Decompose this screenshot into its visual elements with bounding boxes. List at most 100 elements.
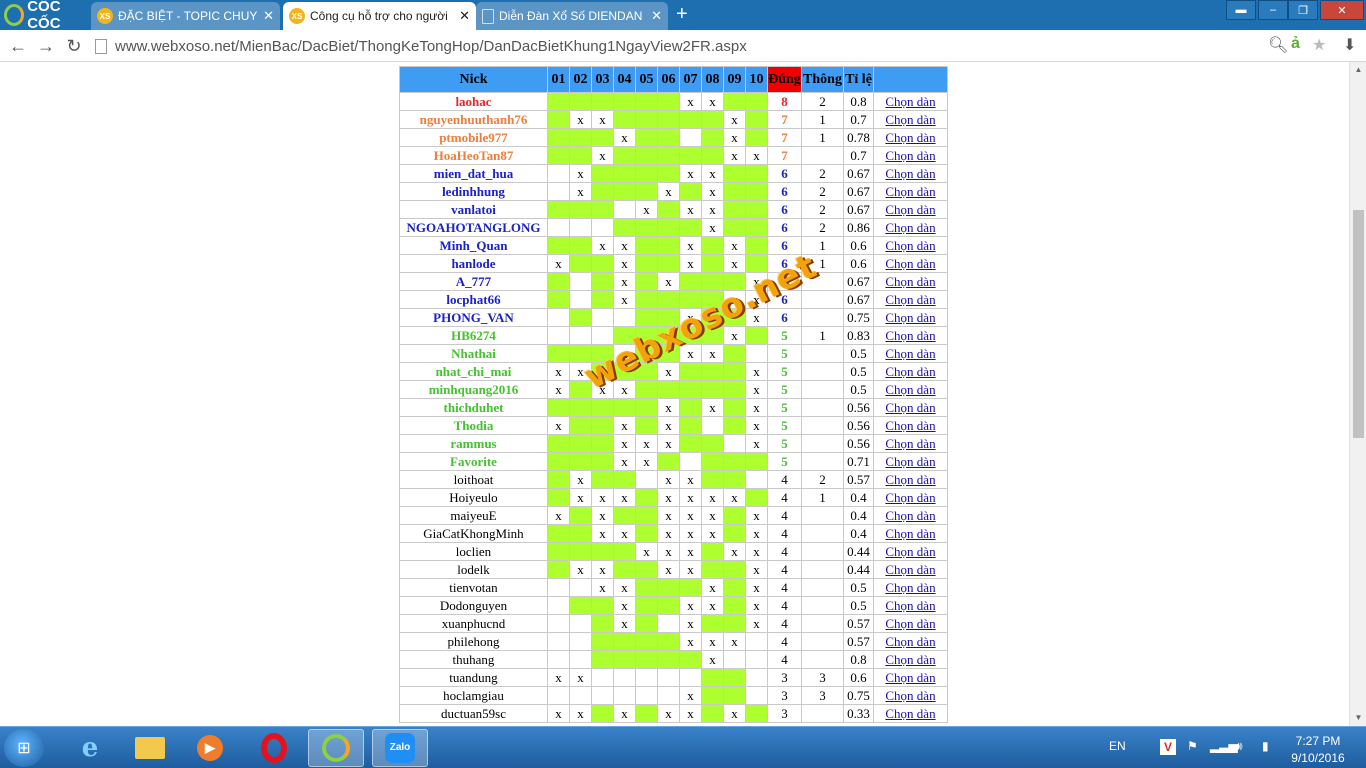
number-cell <box>679 434 702 453</box>
minimize-icon[interactable]: – <box>1258 0 1288 20</box>
menu-icon[interactable]: ▬ <box>1226 0 1256 20</box>
choose-set-link[interactable]: Chọn dàn <box>885 616 935 631</box>
choose-set-link[interactable]: Chọn dàn <box>885 382 935 397</box>
row-action-cell: Chọn dàn <box>873 668 948 687</box>
zalo-icon[interactable]: Zalo <box>372 729 428 767</box>
address-bar[interactable]: www.webxoso.net/MienBac/DacBiet/ThongKeT… <box>95 34 1335 58</box>
battery-icon[interactable]: ▮ <box>1262 739 1269 753</box>
number-cell <box>591 218 614 237</box>
coccoc-logo[interactable]: CỐC CỐC <box>0 0 90 32</box>
row-action-cell: Chọn dàn <box>873 182 948 201</box>
reload-icon[interactable]: ↻ <box>62 34 86 58</box>
network-signal-icon[interactable]: ▂▃▅ <box>1210 739 1238 753</box>
number-cell <box>679 272 702 291</box>
windows-start-icon[interactable]: ⊞ <box>4 729 44 767</box>
number-cell <box>591 398 614 417</box>
spellcheck-icon[interactable]: ả <box>1291 35 1300 53</box>
number-cell <box>679 380 702 399</box>
choose-set-link[interactable]: Chọn dàn <box>885 580 935 595</box>
forward-arrow-icon[interactable]: → <box>34 34 58 58</box>
tab-close-icon[interactable]: ✕ <box>263 8 274 24</box>
row-ratio: 0.56 <box>843 398 874 417</box>
choose-set-link[interactable]: Chọn dàn <box>885 562 935 577</box>
antivirus-tray-icon[interactable]: V <box>1160 739 1176 755</box>
clock-time[interactable]: 7:27 PM <box>1293 734 1343 748</box>
choose-set-link[interactable]: Chọn dàn <box>885 670 935 685</box>
header-number: 06 <box>657 66 680 93</box>
row-hits: 5 <box>767 344 802 363</box>
tab-cong-cu-ho-tro[interactable]: XS Công cụ hỗ trợ cho người ✕ <box>283 2 476 30</box>
opera-icon[interactable] <box>246 729 302 767</box>
download-icon[interactable]: ⬇ <box>1343 35 1356 55</box>
url-text[interactable]: www.webxoso.net/MienBac/DacBiet/ThongKeT… <box>115 38 747 55</box>
choose-set-link[interactable]: Chọn dàn <box>885 454 935 469</box>
choose-set-link[interactable]: Chọn dàn <box>885 274 935 289</box>
choose-set-link[interactable]: Chọn dàn <box>885 418 935 433</box>
choose-set-link[interactable]: Chọn dàn <box>885 598 935 613</box>
tab-dac-biet-topic[interactable]: XS ĐẶC BIỆT - TOPIC CHUYÊN ✕ <box>91 2 280 30</box>
bookmark-star-icon[interactable]: ★ <box>1312 35 1326 55</box>
choose-set-link[interactable]: Chọn dàn <box>885 220 935 235</box>
number-cell: x <box>745 146 768 165</box>
internet-explorer-icon[interactable]: e <box>62 729 118 767</box>
number-cell <box>547 308 570 327</box>
number-cell: x <box>723 632 746 651</box>
choose-set-link[interactable]: Chọn dàn <box>885 472 935 487</box>
choose-set-link[interactable]: Chọn dàn <box>885 238 935 253</box>
row-action-cell: Chọn dàn <box>873 614 948 633</box>
choose-set-link[interactable]: Chọn dàn <box>885 166 935 181</box>
table-row: maiyeuE x x x x x x 4 0.4 Chọn dàn <box>399 506 948 525</box>
choose-set-link[interactable]: Chọn dàn <box>885 652 935 667</box>
choose-set-link[interactable]: Chọn dàn <box>885 706 935 721</box>
choose-set-link[interactable]: Chọn dàn <box>885 202 935 217</box>
tab-close-icon[interactable]: ✕ <box>651 8 662 24</box>
choose-set-link[interactable]: Chọn dàn <box>885 94 935 109</box>
choose-set-link[interactable]: Chọn dàn <box>885 400 935 415</box>
media-player-icon[interactable]: ▶ <box>182 729 238 767</box>
maximize-icon[interactable]: ❐ <box>1288 0 1318 20</box>
choose-set-link[interactable]: Chọn dàn <box>885 112 935 127</box>
scroll-up-arrow-icon[interactable]: ▲ <box>1350 62 1366 78</box>
back-arrow-icon[interactable]: ← <box>6 34 30 58</box>
table-row: locphat66 x x x 6 0.67 Chọn dàn <box>399 290 948 309</box>
row-ratio: 0.75 <box>843 686 874 705</box>
choose-set-link[interactable]: Chọn dàn <box>885 310 935 325</box>
choose-set-link[interactable]: Chọn dàn <box>885 436 935 451</box>
choose-set-link[interactable]: Chọn dàn <box>885 688 935 703</box>
zoom-icon[interactable]: 🔍︎ <box>1268 35 1288 55</box>
tab-dien-dan-xo-so[interactable]: Diễn Đàn Xổ Số DIENDAN ✕ <box>476 2 668 30</box>
choose-set-link[interactable]: Chọn dàn <box>885 256 935 271</box>
tab-close-icon[interactable]: ✕ <box>459 8 470 24</box>
number-cell <box>745 488 768 507</box>
choose-set-link[interactable]: Chọn dàn <box>885 526 935 541</box>
choose-set-link[interactable]: Chọn dàn <box>885 544 935 559</box>
choose-set-link[interactable]: Chọn dàn <box>885 634 935 649</box>
language-indicator[interactable]: EN <box>1109 739 1126 753</box>
volume-icon[interactable]: 🔊︎ <box>1235 739 1243 754</box>
choose-set-link[interactable]: Chọn dàn <box>885 292 935 307</box>
number-cell <box>723 686 746 705</box>
choose-set-link[interactable]: Chọn dàn <box>885 130 935 145</box>
file-explorer-icon[interactable] <box>122 729 178 767</box>
scroll-thumb[interactable] <box>1353 210 1364 438</box>
new-tab-icon[interactable]: + <box>676 4 688 24</box>
choose-set-link[interactable]: Chọn dàn <box>885 490 935 505</box>
choose-set-link[interactable]: Chọn dàn <box>885 346 935 361</box>
window-close-icon[interactable]: ✕ <box>1320 0 1364 20</box>
coccoc-taskbar-icon[interactable] <box>308 729 364 767</box>
number-cell <box>547 650 570 669</box>
number-cell: x <box>701 164 724 183</box>
number-cell <box>701 236 724 255</box>
row-info <box>801 596 844 615</box>
choose-set-link[interactable]: Chọn dàn <box>885 184 935 199</box>
scroll-down-arrow-icon[interactable]: ▼ <box>1350 710 1366 726</box>
choose-set-link[interactable]: Chọn dàn <box>885 328 935 343</box>
choose-set-link[interactable]: Chọn dàn <box>885 508 935 523</box>
choose-set-link[interactable]: Chọn dàn <box>885 364 935 379</box>
number-cell <box>657 92 680 111</box>
flag-tray-icon[interactable]: ⚑ <box>1187 739 1198 753</box>
page-scrollbar[interactable]: ▲ ▼ <box>1349 62 1366 726</box>
number-cell <box>679 650 702 669</box>
choose-set-link[interactable]: Chọn dàn <box>885 148 935 163</box>
clock-date[interactable]: 9/10/2016 <box>1290 751 1346 765</box>
